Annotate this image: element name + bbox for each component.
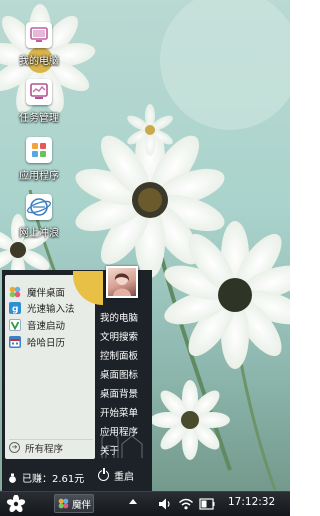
start-menu-app-calendar[interactable]: 哈哈日历	[9, 334, 95, 350]
money-bag-icon	[8, 473, 17, 483]
start-menu-app-input-method[interactable]: g 光速输入法	[9, 300, 95, 316]
earnings-display: 已赚：2.61元	[8, 470, 84, 485]
svg-text:g: g	[12, 305, 18, 315]
internet-icon	[26, 194, 52, 220]
desktop-icon-label: 应用程序	[19, 171, 59, 182]
start-menu-app-label: 魔伴桌面	[27, 288, 66, 299]
all-programs-button[interactable]: ➔ 所有程序	[9, 439, 93, 455]
calendar-icon	[9, 336, 21, 348]
start-menu-app-label: 哈哈日历	[27, 338, 66, 349]
wifi-icon[interactable]	[178, 496, 194, 512]
desktop-icon-label: 网上冲浪	[19, 228, 59, 239]
arrow-right-icon: ➔	[9, 442, 20, 453]
clock[interactable]: 17:12:32	[228, 496, 275, 508]
menu-link-desktop-icons[interactable]: 桌面图标	[100, 367, 150, 385]
start-menu-footer: 已赚：2.61元 重启	[2, 464, 152, 492]
start-menu: 魔伴桌面 g 光速输入法 音速启动 哈哈日历 ➔ 所有程序 我的电脑 文明搜索 …	[2, 266, 152, 492]
start-menu-app-vstart[interactable]: 音速启动	[9, 317, 95, 333]
battery-icon[interactable]	[199, 496, 215, 512]
power-icon	[98, 468, 109, 481]
input-method-icon: g	[9, 302, 21, 315]
user-avatar[interactable]	[106, 266, 138, 298]
start-menu-app-panel: 魔伴桌面 g 光速输入法 音速启动 哈哈日历 ➔ 所有程序	[5, 271, 103, 459]
all-programs-label: 所有程序	[25, 443, 64, 455]
computer-icon	[26, 22, 52, 48]
restart-label: 重启	[114, 472, 134, 483]
desktop-icon-label: 我的电脑	[19, 56, 59, 67]
start-menu-app-label: 音速启动	[27, 321, 66, 332]
desktop-icon-internet[interactable]: 网上冲浪	[11, 194, 67, 239]
vstart-icon	[9, 319, 21, 331]
desktop-icon-my-computer[interactable]: 我的电脑	[11, 22, 67, 67]
earnings-label: 已赚：2.61元	[22, 474, 85, 485]
menu-link-my-computer[interactable]: 我的电脑	[100, 310, 150, 328]
moban-icon	[58, 498, 69, 509]
mobanzhuomian-icon	[9, 286, 21, 298]
task-manager-icon	[26, 79, 52, 105]
taskbar: 魔伴 17:12:32	[0, 491, 290, 516]
apps-icon	[26, 137, 52, 163]
start-flower-icon	[6, 494, 26, 513]
taskbar-item-moban[interactable]: 魔伴	[54, 494, 94, 513]
desktop-icon-task-manager[interactable]: 任务管理	[11, 79, 67, 124]
menu-link-control-panel[interactable]: 控制面板	[100, 348, 150, 366]
start-menu-app-label: 光速输入法	[27, 304, 75, 315]
start-menu-app-mobanzhuomian[interactable]: 魔伴桌面	[9, 284, 95, 300]
taskbar-item-label: 魔伴	[72, 499, 92, 511]
start-button[interactable]	[6, 494, 26, 513]
desktop-icon-label: 任务管理	[19, 113, 59, 124]
menu-link-search[interactable]: 文明搜索	[100, 329, 150, 347]
desktop-icon-apps[interactable]: 应用程序	[11, 137, 67, 182]
tray-expand-icon[interactable]	[129, 499, 137, 504]
volume-icon[interactable]	[158, 496, 172, 512]
menu-link-desktop-background[interactable]: 桌面背景	[100, 386, 150, 404]
decorative-sketch	[101, 429, 143, 458]
restart-button[interactable]: 重启	[98, 468, 134, 483]
